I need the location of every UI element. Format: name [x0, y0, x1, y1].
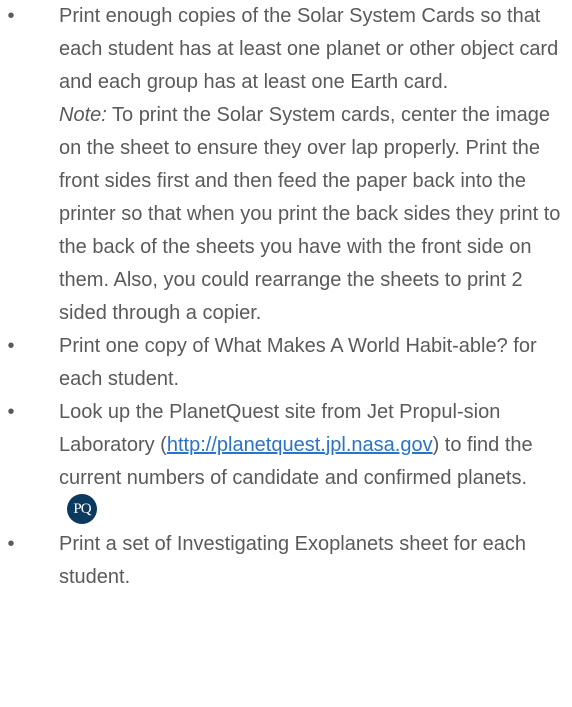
bullet-icon: • — [7, 533, 15, 555]
bullet-icon: • — [7, 5, 15, 27]
item-text: Print enough copies of the Solar System … — [59, 5, 559, 93]
item-text: Print a set of Investigating Exoplanets … — [59, 533, 526, 588]
note-text: To print the Solar System cards, center … — [59, 104, 561, 324]
list-item-exoplanets-sheet: • Print a set of Investigating Exoplanet… — [0, 528, 572, 594]
planetquest-link[interactable]: http://planetquest.jpl.nasa.gov — [167, 434, 433, 456]
bullet-icon: • — [7, 401, 15, 423]
bullet-icon: • — [7, 335, 15, 357]
note-label: Note: — [59, 104, 107, 126]
planetquest-logo-icon: PQ — [67, 493, 97, 524]
list-item-planetquest: • Look up the PlanetQuest site from Jet … — [0, 396, 572, 528]
item-text: Print one copy of What Makes A World Hab… — [59, 335, 537, 390]
list-item-habitable-copy: • Print one copy of What Makes A World H… — [0, 330, 572, 396]
list-item-print-cards: • Print enough copies of the Solar Syste… — [0, 0, 572, 330]
document-page: • Print enough copies of the Solar Syste… — [0, 0, 572, 707]
instruction-list: • Print enough copies of the Solar Syste… — [0, 0, 572, 594]
